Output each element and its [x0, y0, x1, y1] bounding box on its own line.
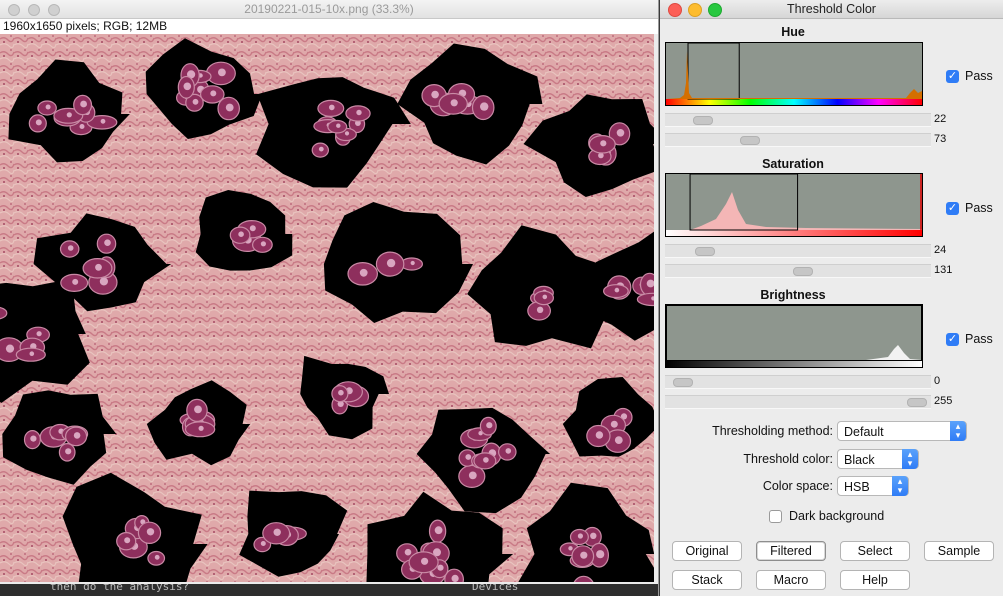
slider-knob[interactable] — [740, 136, 760, 145]
slider-knob[interactable] — [693, 116, 713, 125]
slider-knob[interactable] — [907, 398, 927, 407]
help-button[interactable]: Help — [840, 570, 910, 590]
brightness-label: Brightness — [760, 288, 826, 302]
saturation-max-value: 131 — [934, 264, 953, 276]
saturation-pass-label: Pass — [965, 201, 993, 215]
slider-knob[interactable] — [793, 267, 813, 276]
color-space-select[interactable]: HSB ▴ ▾ — [837, 476, 909, 496]
brightness-min-slider[interactable] — [665, 375, 931, 389]
hue-label: Hue — [781, 25, 805, 39]
brightness-pass-label: Pass — [965, 332, 993, 346]
color-space-value: HSB — [844, 480, 870, 494]
thresholding-method-value: Default — [844, 425, 884, 439]
dark-background-checkbox[interactable] — [769, 509, 782, 523]
dark-background-label: Dark background — [789, 509, 885, 523]
saturation-histogram — [665, 173, 923, 237]
image-window-titlebar: 20190221-015-10x.png (33.3%) — [0, 0, 658, 19]
panel-title: Threshold Color — [787, 2, 876, 16]
saturation-min-slider[interactable] — [665, 244, 931, 258]
hue-pass-checkbox[interactable]: ✓ — [946, 69, 959, 83]
brightness-max-value: 255 — [934, 395, 953, 407]
updown-arrow-icon: ▴ ▾ — [902, 449, 918, 469]
updown-arrow-icon: ▴ ▾ — [892, 476, 908, 496]
hue-pass-toggle[interactable]: ✓ Pass — [946, 69, 993, 83]
sample-button[interactable]: Sample — [924, 541, 994, 561]
hue-max-slider[interactable] — [665, 133, 931, 147]
slider-knob[interactable] — [673, 378, 693, 387]
filtered-button[interactable]: Filtered — [756, 541, 826, 561]
histology-image — [0, 34, 654, 582]
threshold-color-select[interactable]: Black ▴ ▾ — [837, 449, 919, 469]
image-info: 1960x1650 pixels; RGB; 12MB — [0, 19, 658, 34]
brightness-pass-checkbox[interactable]: ✓ — [946, 332, 959, 346]
threshold-color-panel: Threshold Color Hue ✓ Pass 22 73 Saturat… — [660, 0, 1003, 596]
saturation-label: Saturation — [762, 157, 824, 171]
saturation-pass-checkbox[interactable]: ✓ — [946, 201, 959, 215]
devices-label: Devices — [472, 584, 519, 593]
threshold-color-label: Threshold color: — [743, 452, 833, 466]
color-space-label: Color space: — [762, 479, 833, 493]
select-button[interactable]: Select — [840, 541, 910, 561]
terminal-text: then do the analysis? — [50, 584, 190, 593]
hue-min-slider[interactable] — [665, 113, 931, 127]
hue-max-value: 73 — [934, 133, 947, 145]
brightness-pass-toggle[interactable]: ✓ Pass — [946, 332, 993, 346]
thresholding-method-label: Thresholding method: — [712, 424, 833, 438]
image-window: 20190221-015-10x.png (33.3%) 1960x1650 p… — [0, 0, 659, 596]
thresholding-method-select[interactable]: Default ▴ ▾ — [837, 421, 967, 441]
brightness-histogram — [665, 304, 923, 368]
image-canvas[interactable] — [0, 34, 654, 582]
updown-arrow-icon: ▴ ▾ — [950, 421, 966, 441]
hue-histogram — [665, 42, 923, 106]
image-window-title: 20190221-015-10x.png (33.3%) — [244, 2, 414, 16]
saturation-min-value: 24 — [934, 244, 947, 256]
brightness-max-slider[interactable] — [665, 395, 931, 409]
slider-knob[interactable] — [695, 247, 715, 256]
saturation-max-slider[interactable] — [665, 264, 931, 278]
hue-min-value: 22 — [934, 113, 947, 125]
threshold-color-value: Black — [844, 453, 875, 467]
original-button[interactable]: Original — [672, 541, 742, 561]
macro-button[interactable]: Macro — [756, 570, 826, 590]
stack-button[interactable]: Stack — [672, 570, 742, 590]
brightness-min-value: 0 — [934, 375, 941, 387]
dark-background-toggle[interactable]: Dark background — [769, 509, 884, 523]
hue-pass-label: Pass — [965, 69, 993, 83]
background-terminal-strip: then do the analysis? Devices — [0, 584, 658, 596]
panel-titlebar: Threshold Color — [660, 0, 1003, 19]
saturation-pass-toggle[interactable]: ✓ Pass — [946, 201, 993, 215]
